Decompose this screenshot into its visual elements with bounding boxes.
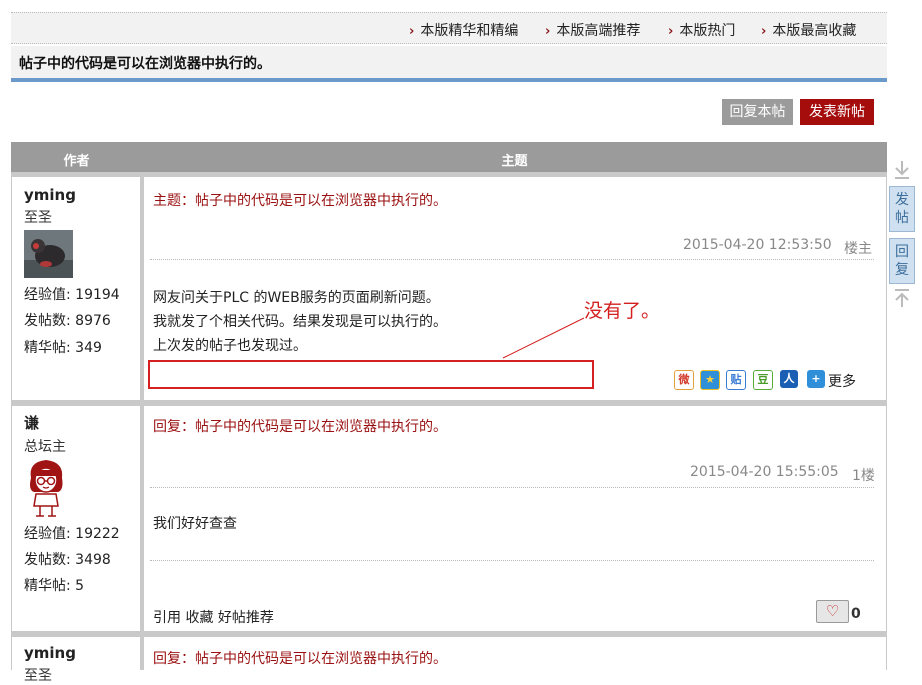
- new-post-button[interactable]: 发表新帖: [800, 99, 874, 125]
- author-name[interactable]: yming: [24, 186, 76, 204]
- author-card: yming 至圣: [24, 186, 76, 227]
- chevron-right-icon: ›: [761, 24, 767, 39]
- post-floor: 楼主: [844, 241, 872, 257]
- float-reply-label: 回复: [895, 244, 909, 278]
- qzone-share-icon[interactable]: ★: [700, 370, 720, 390]
- tieba-share-icon[interactable]: 贴: [726, 370, 746, 390]
- post-subject: 主题：帖子中的代码是可以在浏览器中执行的。: [153, 193, 447, 209]
- chevron-right-icon: ›: [545, 24, 551, 39]
- post-body: 我们好好查查: [153, 512, 237, 536]
- table-border-left: [11, 177, 12, 670]
- author-exp: 经验值: 19222: [24, 526, 120, 542]
- post-line: 网友问关于PLC 的WEB服务的页面刷新问题。: [153, 290, 440, 306]
- post-floor: 1楼: [852, 468, 875, 484]
- chevron-right-icon: ›: [668, 24, 674, 39]
- avatar[interactable]: [24, 456, 69, 518]
- chevron-right-icon: ›: [409, 24, 415, 39]
- nav-link-recommended[interactable]: › 本版高端推荐: [545, 20, 640, 40]
- nav-link-recommended-label[interactable]: 本版高端推荐: [556, 23, 640, 39]
- scroll-bottom-icon[interactable]: [893, 160, 911, 180]
- divider: [150, 259, 874, 260]
- share-more-link[interactable]: 更多: [828, 371, 856, 391]
- author-post-count: 发帖数: 8976: [24, 313, 111, 329]
- plus-share-icon[interactable]: +: [807, 370, 825, 388]
- author-post-count: 发帖数: 3498: [24, 552, 111, 568]
- author-name[interactable]: 谦: [24, 412, 66, 433]
- like-button[interactable]: ♡: [816, 600, 849, 623]
- cartoon-girl-avatar-icon: [30, 460, 63, 517]
- douban-share-icon[interactable]: 豆: [753, 370, 773, 390]
- table-header: 作者 主题: [11, 142, 887, 172]
- post-actions[interactable]: 引用 收藏 好帖推荐: [153, 607, 274, 627]
- author-digest-count: 精华帖: 349: [24, 340, 102, 356]
- author-card: yming 至圣: [24, 644, 76, 685]
- nav-link-favorites[interactable]: › 本版最高收藏: [761, 20, 856, 40]
- heart-icon: ♡: [825, 602, 840, 620]
- float-post-button[interactable]: 发帖: [889, 186, 915, 232]
- bird-avatar-icon: [24, 230, 73, 278]
- annotation-text: 没有了。: [584, 300, 661, 322]
- author-rank: 总坛主: [24, 439, 66, 455]
- divider: [150, 487, 874, 488]
- post-line: 我就发了个相关代码。结果发现是可以执行的。: [153, 314, 447, 330]
- nav-link-hot-label[interactable]: 本版热门: [679, 23, 735, 39]
- avatar[interactable]: [24, 230, 73, 278]
- post-subject: 回复：帖子中的代码是可以在浏览器中执行的。: [153, 419, 447, 435]
- author-rank: 至圣: [24, 668, 52, 684]
- reply-thread-button[interactable]: 回复本帖: [722, 99, 793, 125]
- float-post-label: 发帖: [895, 192, 909, 226]
- divider: [150, 560, 874, 561]
- author-digest-count: 精华帖: 5: [24, 578, 85, 594]
- author-name[interactable]: yming: [24, 644, 76, 662]
- nav-link-hot[interactable]: › 本版热门: [668, 20, 735, 40]
- annotation-arrow: [502, 317, 585, 359]
- nav-link-favorites-label[interactable]: 本版最高收藏: [772, 23, 856, 39]
- column-divider: [140, 177, 144, 670]
- renren-share-icon[interactable]: 人: [780, 370, 798, 388]
- post-line: 我们好好查查: [153, 516, 237, 532]
- author-column-header: 作者: [63, 154, 90, 169]
- post-time: 2015-04-20 15:55:05: [690, 464, 839, 480]
- author-card: 谦 总坛主: [24, 412, 66, 456]
- floating-toolbar: 发帖 回复: [889, 158, 915, 308]
- post-body: 网友问关于PLC 的WEB服务的页面刷新问题。 我就发了个相关代码。结果发现是可…: [153, 286, 447, 358]
- post-line: 上次发的帖子也发现过。: [153, 338, 307, 354]
- weibo-share-icon[interactable]: 微: [674, 370, 694, 390]
- float-reply-button[interactable]: 回复: [889, 238, 915, 284]
- thread-title-bar: 帖子中的代码是可以在浏览器中执行的。: [11, 46, 887, 82]
- scroll-top-icon[interactable]: [893, 288, 911, 308]
- author-exp: 经验值: 19194: [24, 287, 120, 303]
- nav-link-digest-label[interactable]: 本版精华和精编: [420, 23, 518, 39]
- post-time: 2015-04-20 12:53:50: [683, 237, 832, 253]
- author-rank: 至圣: [24, 210, 52, 226]
- table-border-right: [886, 177, 887, 670]
- top-nav: › 本版精华和精编 › 本版高端推荐 › 本版热门 › 本版最高收藏: [11, 12, 887, 44]
- annotation-box: [148, 360, 594, 389]
- like-count: 0: [851, 606, 861, 622]
- post-subject: 回复：帖子中的代码是可以在浏览器中执行的。: [153, 651, 447, 667]
- thread-title: 帖子中的代码是可以在浏览器中执行的。: [19, 56, 271, 72]
- subject-column-header: 主题: [501, 154, 528, 169]
- nav-link-digest[interactable]: › 本版精华和精编: [409, 20, 518, 40]
